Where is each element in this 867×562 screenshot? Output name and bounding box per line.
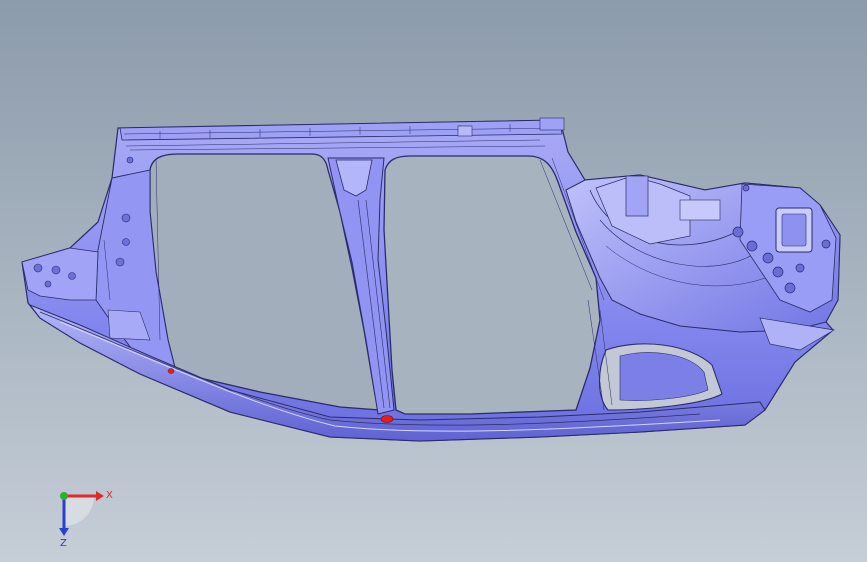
x-axis-arrow-icon bbox=[96, 491, 104, 501]
front-access-hole-inner bbox=[781, 213, 807, 247]
y-axis-dot-icon bbox=[60, 492, 68, 500]
highlight-marker[interactable] bbox=[167, 368, 175, 374]
z-axis-arrow-icon bbox=[59, 528, 69, 536]
3d-viewport[interactable]: X Z bbox=[0, 0, 867, 562]
z-axis-label: Z bbox=[60, 538, 67, 548]
hinge-bracket[interactable] bbox=[625, 175, 649, 217]
highlight-marker[interactable] bbox=[380, 415, 394, 423]
axis-triad: X Z bbox=[59, 490, 113, 548]
x-axis-label: X bbox=[106, 490, 113, 501]
roof-bracket bbox=[457, 125, 473, 137]
body-side-panel-model[interactable] bbox=[0, 0, 867, 562]
triad-plane-shading bbox=[64, 496, 94, 526]
roof-bracket bbox=[539, 117, 565, 131]
rear-bracket-assembly[interactable] bbox=[21, 247, 99, 301]
hinge-plate bbox=[679, 199, 721, 221]
